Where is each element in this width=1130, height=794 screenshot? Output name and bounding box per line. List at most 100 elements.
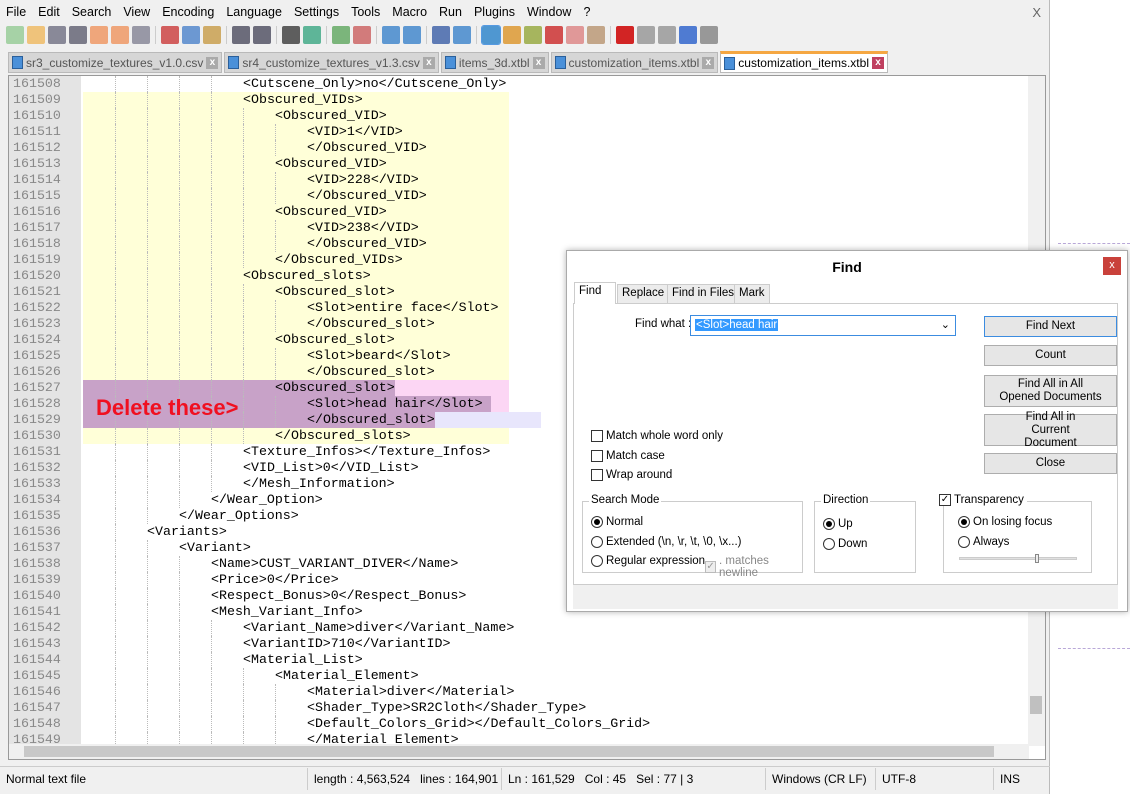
match-case-checkbox[interactable]: Match case (591, 450, 665, 462)
radio-down[interactable]: Down (823, 538, 867, 550)
replace-icon[interactable] (303, 26, 321, 44)
paste-icon[interactable] (203, 26, 221, 44)
code-line[interactable]: 161547 <Shader_Type>SR2Cloth</Shader_Type… (9, 700, 1029, 716)
run-macro-multiple-icon[interactable] (679, 26, 697, 44)
code-line[interactable]: 161513 <Obscured_VID> (9, 156, 1029, 172)
word-wrap-icon[interactable] (432, 26, 450, 44)
code-line[interactable]: 161517 <VID>238</VID> (9, 220, 1029, 236)
save-all-icon[interactable] (69, 26, 87, 44)
zoom-out-icon[interactable] (353, 26, 371, 44)
close-document-button[interactable]: X (1032, 5, 1041, 20)
menu-macro[interactable]: Macro (386, 3, 433, 23)
menu-run[interactable]: Run (433, 3, 468, 23)
folder-as-workspace-icon[interactable] (566, 26, 584, 44)
copy-icon[interactable] (182, 26, 200, 44)
tab-items-3d-xtbl[interactable]: items_3d.xtbl x (440, 52, 549, 73)
scroll-thumb[interactable] (24, 746, 994, 757)
user-defined-language-icon[interactable] (503, 26, 521, 44)
menu-edit[interactable]: Edit (32, 3, 66, 23)
close-tab-icon[interactable]: x (422, 56, 435, 69)
code-line[interactable]: 161542 <Variant_Name>diver</Variant_Name> (9, 620, 1029, 636)
monitoring-icon[interactable] (587, 26, 605, 44)
code-line[interactable]: 161546 <Material>diver</Material> (9, 684, 1029, 700)
find-next-button[interactable]: Find Next (984, 316, 1117, 337)
transparency-checkbox[interactable]: ✓ Transparency (939, 494, 1027, 506)
code-line[interactable]: 161543 <VariantID>710</VariantID> (9, 636, 1029, 652)
find-what-input[interactable]: <Slot>head hair ⌄ (690, 315, 956, 336)
code-line[interactable]: 161509 <Obscured_VIDs> (9, 92, 1029, 108)
stop-recording-icon[interactable] (637, 26, 655, 44)
close-all-icon[interactable] (111, 26, 129, 44)
undo-icon[interactable] (232, 26, 250, 44)
save-icon[interactable] (48, 26, 66, 44)
tab-customization-items-xtbl[interactable]: customization_items.xtbl x (550, 52, 719, 73)
sync-horizontal-icon[interactable] (403, 26, 421, 44)
indent-guide-icon[interactable] (481, 25, 501, 45)
close-tab-icon[interactable]: x (206, 56, 219, 69)
close-tab-icon[interactable]: x (702, 56, 715, 69)
tab-sr4-customize-textures-v1-3-csv[interactable]: sr4_customize_textures_v1.3.csv x (224, 52, 439, 73)
find-icon[interactable] (282, 26, 300, 44)
menu-search[interactable]: Search (66, 3, 118, 23)
code-line[interactable]: 161515 </Obscured_VID> (9, 188, 1029, 204)
print-icon[interactable] (132, 26, 150, 44)
radio-on-losing-focus[interactable]: On losing focus (958, 516, 1052, 528)
zoom-in-icon[interactable] (332, 26, 350, 44)
slider-thumb[interactable] (1035, 554, 1040, 563)
radio-extended[interactable]: Extended (\n, \r, \t, \0, \x...) (591, 536, 742, 548)
play-macro-icon[interactable] (658, 26, 676, 44)
code-line[interactable]: 161544 <Material_List> (9, 652, 1029, 668)
menu-help[interactable]: ? (577, 3, 596, 23)
chevron-down-icon[interactable]: ⌄ (941, 318, 950, 331)
close-dialog-button[interactable]: x (1103, 257, 1121, 275)
tab-find[interactable]: Find (574, 282, 616, 304)
transparency-slider[interactable] (959, 554, 1077, 563)
horizontal-scrollbar[interactable] (9, 744, 1029, 759)
wrap-around-checkbox[interactable]: Wrap around (591, 469, 672, 481)
checkbox[interactable] (591, 469, 603, 481)
tab-customization-items-xtbl[interactable]: customization_items.xtbl x (720, 51, 888, 73)
tab-sr3-customize-textures-v1-0-csv[interactable]: sr3_customize_textures_v1.0.csv x (8, 52, 223, 73)
save-macro-icon[interactable] (700, 26, 718, 44)
menu-plugins[interactable]: Plugins (468, 3, 521, 23)
code-line[interactable]: 161511 <VID>1</VID> (9, 124, 1029, 140)
checkbox[interactable] (591, 450, 603, 462)
close-icon[interactable] (90, 26, 108, 44)
tab-replace[interactable]: Replace (617, 284, 670, 304)
function-list-icon[interactable] (545, 26, 563, 44)
radio-regex[interactable]: Regular expression (591, 555, 705, 567)
redo-icon[interactable] (253, 26, 271, 44)
sync-vertical-icon[interactable] (382, 26, 400, 44)
close-tab-icon[interactable]: x (532, 56, 545, 69)
menu-settings[interactable]: Settings (288, 3, 345, 23)
code-line[interactable]: 161510 <Obscured_VID> (9, 108, 1029, 124)
show-all-chars-icon[interactable] (453, 26, 471, 44)
menu-file[interactable]: File (0, 3, 32, 23)
code-line[interactable]: 161545 <Material_Element> (9, 668, 1029, 684)
scroll-thumb[interactable] (1030, 696, 1042, 714)
menu-encoding[interactable]: Encoding (156, 3, 220, 23)
matches-newline-checkbox[interactable]: ✓. matches newline (705, 555, 802, 579)
menu-tools[interactable]: Tools (345, 3, 386, 23)
close-tab-icon[interactable]: x (871, 57, 884, 69)
menu-view[interactable]: View (117, 3, 156, 23)
tab-find-in-files[interactable]: Find in Files (667, 284, 739, 304)
code-line[interactable]: 161516 <Obscured_VID> (9, 204, 1029, 220)
radio-normal[interactable]: Normal (591, 516, 643, 528)
open-file-icon[interactable] (27, 26, 45, 44)
menu-window[interactable]: Window (521, 3, 577, 23)
close-button[interactable]: Close (984, 453, 1117, 474)
count-button[interactable]: Count (984, 345, 1117, 366)
code-line[interactable]: 161512 </Obscured_VID> (9, 140, 1029, 156)
menu-language[interactable]: Language (220, 3, 288, 23)
code-line[interactable]: 161508 <Cutscene_Only>no</Cutscene_Only> (9, 76, 1029, 92)
find-all-opened-button[interactable]: Find All in All Opened Documents (984, 375, 1117, 407)
code-line[interactable]: 161548 <Default_Colors_Grid></Default_Col… (9, 716, 1029, 732)
checkbox[interactable] (591, 430, 603, 442)
radio-up[interactable]: Up (823, 518, 853, 530)
new-file-icon[interactable] (6, 26, 24, 44)
radio-always[interactable]: Always (958, 536, 1009, 548)
code-line[interactable]: 161514 <VID>228</VID> (9, 172, 1029, 188)
cut-icon[interactable] (161, 26, 179, 44)
tab-mark[interactable]: Mark (734, 284, 770, 304)
